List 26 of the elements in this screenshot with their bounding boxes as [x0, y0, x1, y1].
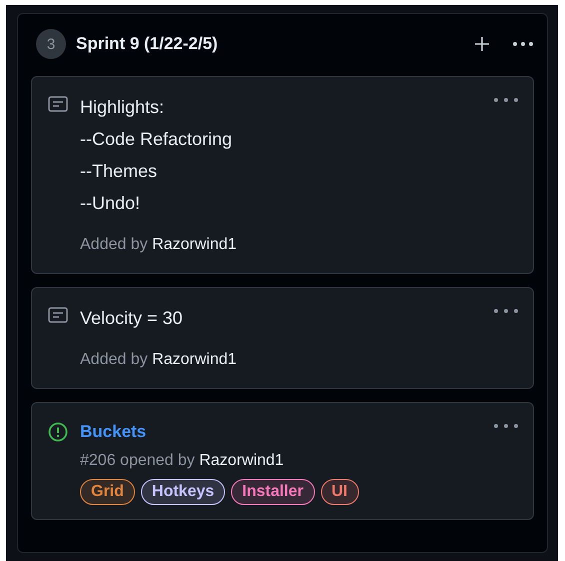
card[interactable]: Buckets #206 opened by Razorwind1 Grid Hotkeys Installer UI	[31, 402, 534, 520]
card-count: 3	[36, 29, 66, 59]
note-text: Highlights:	[80, 96, 166, 119]
more-icon[interactable]	[512, 41, 534, 47]
card-meta: Added by Razorwind1	[80, 235, 238, 255]
label-tag[interactable]: Hotkeys	[140, 479, 226, 505]
card[interactable]: Highlights: --Code Refactoring --Themes --Undo! Added by Razorwind1	[31, 76, 534, 274]
note-icon	[48, 96, 68, 112]
add-icon[interactable]	[474, 36, 490, 52]
label-tag[interactable]: Installer	[231, 479, 314, 505]
card-meta: Added by Razorwind1	[80, 350, 238, 370]
label-tag[interactable]: UI	[320, 479, 358, 505]
card-meta: #206 opened by Razorwind1	[80, 451, 285, 471]
more-icon[interactable]	[493, 308, 519, 314]
column-title: Sprint 9 (1/22-2/5)	[76, 34, 218, 54]
issue-link[interactable]: Buckets	[80, 417, 146, 447]
note-text: --Themes	[80, 160, 158, 183]
note-icon	[48, 307, 68, 323]
more-icon[interactable]	[493, 97, 519, 103]
note-text: --Code Refactoring	[80, 128, 234, 151]
note-text: --Undo!	[80, 192, 142, 215]
more-icon[interactable]	[493, 423, 519, 429]
note-text: Velocity = 30	[80, 307, 184, 330]
card[interactable]: Velocity = 30 Added by Razorwind1	[31, 287, 534, 389]
label-tag[interactable]: Grid	[80, 479, 135, 505]
issue-open-icon	[48, 422, 68, 442]
